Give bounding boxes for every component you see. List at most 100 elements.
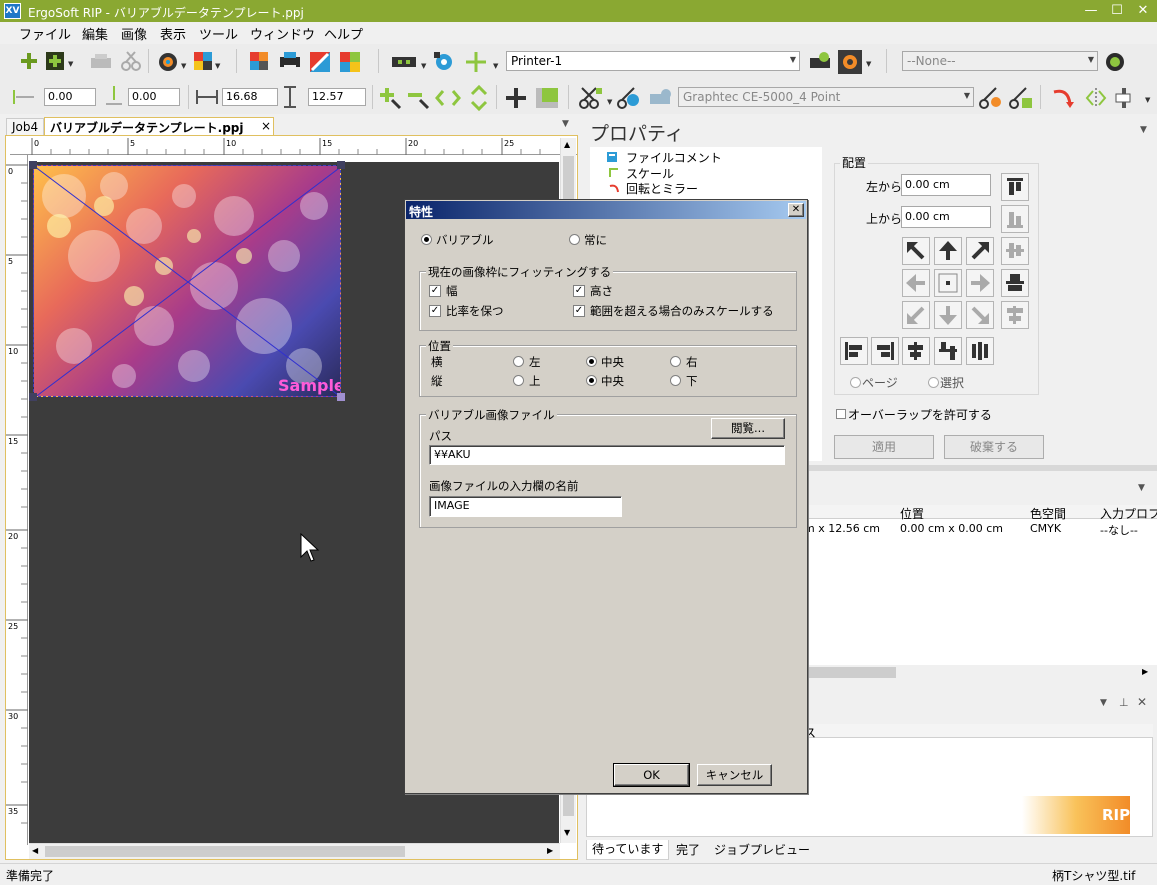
width-field[interactable]: 16.68: [222, 88, 278, 106]
dropdown-arrow-icon[interactable]: ▼: [866, 60, 871, 68]
measure-icon[interactable]: [308, 50, 332, 74]
pin-icon[interactable]: ⊥: [1119, 696, 1129, 709]
menu-view[interactable]: 表示: [160, 24, 186, 43]
dropdown-arrow-icon[interactable]: ▼: [1145, 96, 1150, 104]
overlap-checkbox[interactable]: [836, 409, 846, 419]
col-input-profile[interactable]: 入力プロフ: [1100, 505, 1157, 522]
job-hscrollbar[interactable]: ▶: [802, 665, 1157, 681]
pos-top-radio[interactable]: [513, 375, 524, 386]
scroll-down-icon[interactable]: ▼: [564, 828, 570, 837]
tab-job-preview[interactable]: ジョブプレビュー: [714, 841, 810, 858]
cutter-icon[interactable]: [390, 52, 418, 72]
scroll-right-icon[interactable]: ▶: [547, 846, 553, 855]
radio-variable[interactable]: [421, 234, 432, 245]
cancel-button[interactable]: キャンセル: [697, 764, 772, 786]
crosshair-icon[interactable]: [504, 86, 528, 110]
panel-menu-chevron-icon[interactable]: ▼: [1138, 483, 1145, 493]
ok-button[interactable]: OK: [613, 763, 690, 787]
zoom-out-icon[interactable]: [406, 86, 430, 110]
dropdown-arrow-icon[interactable]: ▼: [421, 62, 426, 70]
browse-button[interactable]: 閲覧...: [711, 418, 785, 439]
distribute-h-button[interactable]: [966, 337, 994, 365]
scroll-left-icon[interactable]: ◀: [32, 846, 38, 855]
pos-right-radio[interactable]: [670, 356, 681, 367]
menu-window[interactable]: ウィンドウ: [250, 24, 315, 43]
dialog-close-button[interactable]: ✕: [788, 203, 804, 217]
pos-left-radio[interactable]: [513, 356, 524, 367]
move-icon[interactable]: [464, 50, 488, 74]
tab-menu-chevron-icon[interactable]: ▼: [562, 119, 569, 129]
color-gear-icon[interactable]: [156, 50, 180, 74]
align-left-button[interactable]: [840, 337, 868, 365]
dropdown-arrow-icon[interactable]: ▼: [215, 62, 220, 70]
menu-help[interactable]: ヘルプ: [324, 24, 363, 43]
apply-button[interactable]: 適用: [834, 435, 934, 459]
menu-tools[interactable]: ツール: [199, 24, 238, 43]
ref-page-radio[interactable]: [850, 377, 861, 388]
dropdown-arrow-icon[interactable]: ▼: [181, 62, 186, 70]
tree-item-rotate-mirror[interactable]: 回転とミラー: [626, 180, 698, 197]
printer-select[interactable]: Printer-1 ▼: [506, 51, 800, 71]
fit-height-icon[interactable]: [468, 84, 490, 112]
radio-always[interactable]: [569, 234, 580, 245]
close-tab-icon[interactable]: ×: [261, 119, 271, 133]
mirror-icon[interactable]: [1084, 86, 1108, 110]
tab-job4[interactable]: Job4: [6, 118, 45, 136]
pos-center-radio[interactable]: [586, 356, 597, 367]
add-icon[interactable]: [18, 50, 40, 72]
gear-icon[interactable]: [838, 50, 862, 74]
x-position-field[interactable]: 0.00: [44, 88, 96, 106]
keep-ratio-checkbox[interactable]: ✓: [429, 305, 441, 317]
cut-lock-icon[interactable]: [1008, 86, 1034, 110]
dialog-title-bar[interactable]: 特性 ✕: [406, 201, 806, 219]
cut-settings-icon[interactable]: [978, 86, 1004, 110]
dropdown-arrow-icon[interactable]: ▼: [68, 60, 73, 68]
rip-queue-icon[interactable]: [248, 50, 270, 72]
fit-width-icon[interactable]: [434, 86, 462, 110]
dropdown-arrow-icon[interactable]: ▼: [607, 98, 612, 106]
scroll-thumb[interactable]: [45, 846, 405, 857]
menu-edit[interactable]: 編集: [82, 24, 108, 43]
resize-handle[interactable]: [29, 161, 37, 169]
tree-item-file-comment[interactable]: ファイルコメント: [626, 149, 722, 166]
discard-button[interactable]: 破棄する: [944, 435, 1044, 459]
field-name-input[interactable]: IMAGE: [429, 496, 622, 517]
add-image-icon[interactable]: [44, 50, 66, 72]
panel-menu-chevron-icon[interactable]: ▼: [1100, 698, 1107, 708]
from-left-field[interactable]: 0.00 cm: [901, 174, 991, 196]
height-checkbox[interactable]: ✓: [573, 285, 585, 297]
menu-file[interactable]: ファイル: [19, 24, 71, 43]
resize-handle[interactable]: [337, 393, 345, 401]
minimize-button[interactable]: —: [1078, 2, 1104, 20]
layer-icon[interactable]: [534, 86, 560, 110]
dropdown-arrow-icon[interactable]: ▼: [493, 62, 498, 70]
path-input[interactable]: ¥¥AKU: [429, 445, 785, 465]
ref-selection-radio[interactable]: [928, 377, 939, 388]
horizontal-scrollbar[interactable]: ◀ ▶: [29, 843, 560, 859]
distribute-button[interactable]: [1001, 269, 1029, 297]
align-middle-button[interactable]: [902, 337, 930, 365]
printer-settings-icon[interactable]: [808, 50, 832, 74]
tile-icon[interactable]: [338, 50, 362, 74]
scroll-up-icon[interactable]: ▲: [564, 140, 570, 149]
scale-only-exceed-checkbox[interactable]: ✓: [573, 305, 585, 317]
pos-vcenter-radio[interactable]: [586, 375, 597, 386]
arrow-up-right-button[interactable]: [966, 237, 994, 265]
pos-bottom-radio[interactable]: [670, 375, 681, 386]
close-panel-icon[interactable]: ✕: [1137, 695, 1147, 709]
width-checkbox[interactable]: ✓: [429, 285, 441, 297]
variable-image-frame[interactable]: Sample: [33, 165, 341, 397]
align-tops-button[interactable]: [934, 337, 962, 365]
height-field[interactable]: 12.57: [308, 88, 366, 106]
maximize-button[interactable]: ☐: [1104, 2, 1130, 20]
config-gear-icon[interactable]: [1103, 50, 1127, 74]
tab-complete[interactable]: 完了: [676, 841, 700, 858]
y-position-field[interactable]: 0.00: [128, 88, 180, 106]
arrow-up-button[interactable]: [934, 237, 962, 265]
cut-settings-icon[interactable]: [432, 50, 456, 74]
rotate-icon[interactable]: [1050, 86, 1076, 110]
align-right-button[interactable]: [871, 337, 899, 365]
scroll-thumb[interactable]: [802, 667, 896, 678]
align-top-button[interactable]: [1001, 173, 1029, 201]
tab-variable-template[interactable]: バリアブルデータテンプレート.ppj ×: [44, 117, 274, 135]
